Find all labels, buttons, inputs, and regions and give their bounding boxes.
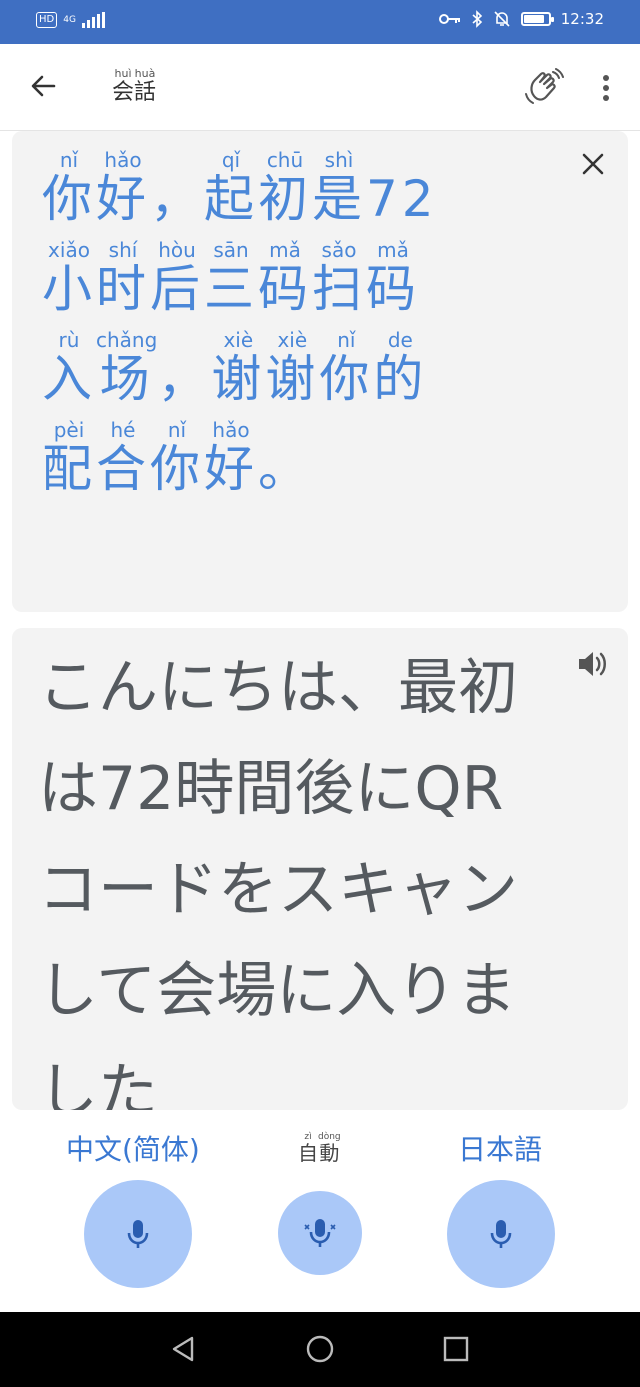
clock: 12:32 [560,10,604,28]
speaker-icon[interactable] [574,646,610,682]
translation-card: こんにちは、最初は72時間後にQRコードをスキャンして会場に入りました [12,628,628,1110]
chinese-char: 时shí [96,238,150,318]
status-bar: HD 4G 12:32 [0,0,640,44]
mute-bell-icon [494,11,510,27]
target-language-button[interactable]: 日本語 [458,1128,542,1168]
status-right: 12:32 [438,10,604,28]
chinese-char: 72 [366,170,438,228]
chinese-char: 小xiǎo [42,238,96,318]
chinese-line: 你nǐ好hǎo， 起qǐ初chū是shì72 [42,148,542,241]
microphone-icon [127,1220,149,1248]
status-left: HD 4G [36,12,105,28]
chinese-char: 场chǎng [96,328,158,408]
chinese-char: 三sān [204,238,258,318]
chinese-char: 入rù [42,328,96,408]
auto-mode-label: 自zì動dòng [298,1132,341,1165]
target-mic-button[interactable] [447,1180,555,1288]
waving-hand-icon[interactable] [522,66,564,108]
chinese-char: 好hǎo [204,418,258,498]
more-vert-icon[interactable] [594,70,618,106]
chinese-char: 谢xiè [211,328,266,408]
microphone-icon [490,1220,512,1248]
chinese-char: 后hòu [150,238,204,318]
chinese-char: 你nǐ [150,418,204,498]
chinese-char: 你nǐ [319,328,374,408]
nav-back-icon[interactable] [168,1334,198,1364]
chinese-line: 小xiǎo时shí后hòu三sān码mǎ扫sǎo码mǎ [42,238,542,331]
close-icon[interactable] [578,149,608,179]
chinese-char: 起qǐ [204,148,258,228]
chinese-char: ， [157,350,212,408]
signal-icon [81,12,105,28]
chinese-char: 好hǎo [96,148,150,228]
battery-icon [520,12,554,26]
source-text-card: 你nǐ好hǎo， 起qǐ初chū是shì72 小xiǎo时shí后hòu三sān… [12,131,628,612]
chinese-char: 配pèi [42,418,96,498]
chinese-text[interactable]: 你nǐ好hǎo， 起qǐ初chū是shì72 小xiǎo时shí后hòu三sān… [42,148,542,511]
auto-microphone-icon [304,1219,336,1247]
bluetooth-icon [472,10,482,28]
nav-home-icon[interactable] [305,1334,335,1364]
key-icon [438,14,460,24]
chinese-line: 入rù场chǎng， 谢xiè谢xiè你nǐ的de [42,328,542,421]
network-type: 4G [63,14,76,25]
hd-badge: HD [36,12,58,28]
nav-recents-icon[interactable] [441,1334,471,1364]
chinese-char: 码mǎ [366,238,420,318]
source-language-button[interactable]: 中文(简体) [66,1128,200,1168]
page-title: 会huì話huà [112,67,157,106]
source-mic-button[interactable] [84,1180,192,1288]
chinese-char: 初chū [258,148,312,228]
title-char-2: 話huà [134,67,157,105]
chinese-char: 合hé [96,418,150,498]
chinese-char: 扫sǎo [312,238,366,318]
chinese-char: 。 [258,440,312,498]
arrow-back-icon[interactable] [24,66,64,106]
chinese-line: 配pèi合hé你nǐ好hǎo。 [42,418,542,511]
auto-mic-button[interactable] [278,1191,362,1275]
chinese-char: 码mǎ [258,238,312,318]
title-char-1: 会huì [112,67,135,105]
system-nav-bar [0,1312,640,1387]
japanese-translation: こんにちは、最初は72時間後にQRコードをスキャンして会場に入りました [38,653,518,1110]
app-bar: 会huì話huà [0,44,640,131]
chinese-char: 的de [373,328,428,408]
chinese-char: 谢xiè [265,328,320,408]
chinese-char: ， [150,170,204,228]
chinese-char: 是shì [312,148,366,228]
chinese-char: 你nǐ [42,148,96,228]
